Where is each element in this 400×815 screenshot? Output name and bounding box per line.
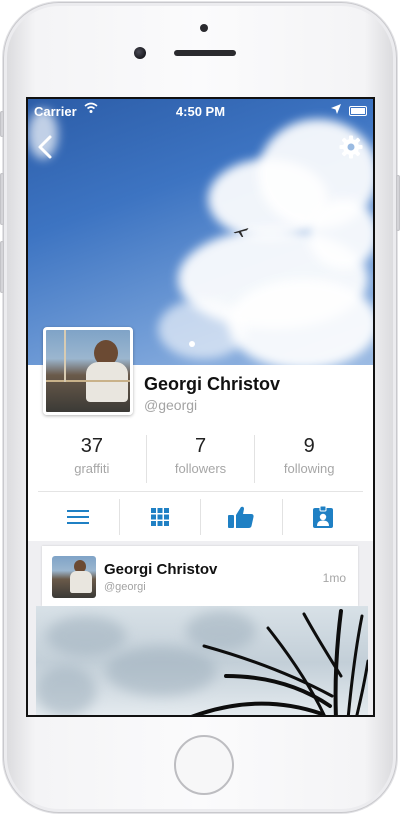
app-screen: Carrier 4:50 PM Georgi Christov @georgi … — [26, 97, 375, 717]
stat-label: following — [283, 461, 335, 476]
earpiece-speaker — [174, 50, 236, 56]
profile-stats: 37 graffiti 7 followers 9 following — [38, 435, 363, 483]
volume-down-button — [0, 241, 4, 293]
grid-icon — [150, 508, 169, 526]
post-image[interactable] — [36, 606, 368, 715]
stat-label: followers — [174, 461, 227, 476]
home-button[interactable] — [174, 735, 234, 795]
status-time: 4:50 PM — [175, 104, 226, 119]
stat-graffiti[interactable]: 37 graffiti — [38, 435, 147, 483]
contact-badge-icon — [312, 506, 333, 528]
post-author-handle: @georgi — [104, 581, 146, 593]
stat-label: graffiti — [74, 461, 110, 476]
divider — [38, 491, 363, 492]
stat-following[interactable]: 9 following — [255, 435, 363, 483]
stat-value: 9 — [303, 435, 315, 457]
page-indicator-dot[interactable] — [189, 341, 195, 347]
airplane-icon — [233, 228, 249, 237]
stat-followers[interactable]: 7 followers — [147, 435, 256, 483]
profile-avatar[interactable] — [43, 327, 133, 415]
post-timestamp: 1mo — [322, 571, 346, 585]
stat-value: 37 — [80, 435, 103, 457]
status-bar: Carrier 4:50 PM — [28, 99, 373, 123]
front-camera — [134, 47, 146, 59]
stat-value: 7 — [194, 435, 207, 457]
location-arrow-icon — [331, 104, 341, 114]
tab-likes[interactable] — [201, 499, 283, 535]
battery-icon — [349, 106, 367, 116]
chevron-left-icon[interactable] — [34, 133, 58, 161]
profile-handle: @georgi — [144, 397, 198, 413]
tab-profile-info[interactable] — [283, 499, 364, 535]
post-header[interactable]: Georgi Christov @georgi 1mo — [42, 546, 358, 606]
thumbs-up-icon — [228, 506, 254, 528]
profile-name: Georgi Christov — [144, 374, 281, 394]
volume-up-button — [0, 173, 4, 225]
post-author-avatar[interactable] — [52, 556, 96, 598]
proximity-sensor — [200, 24, 208, 32]
list-icon — [67, 510, 90, 524]
tab-grid-view[interactable] — [120, 499, 201, 535]
profile-view-tabs — [38, 499, 363, 535]
post-author-name[interactable]: Georgi Christov — [104, 561, 217, 578]
cover-photo: Carrier 4:50 PM — [28, 99, 373, 365]
mute-switch — [0, 111, 4, 137]
power-button — [396, 175, 400, 231]
gear-icon[interactable] — [339, 135, 363, 159]
tab-list-view[interactable] — [38, 499, 120, 535]
grass-silhouette — [191, 609, 368, 715]
